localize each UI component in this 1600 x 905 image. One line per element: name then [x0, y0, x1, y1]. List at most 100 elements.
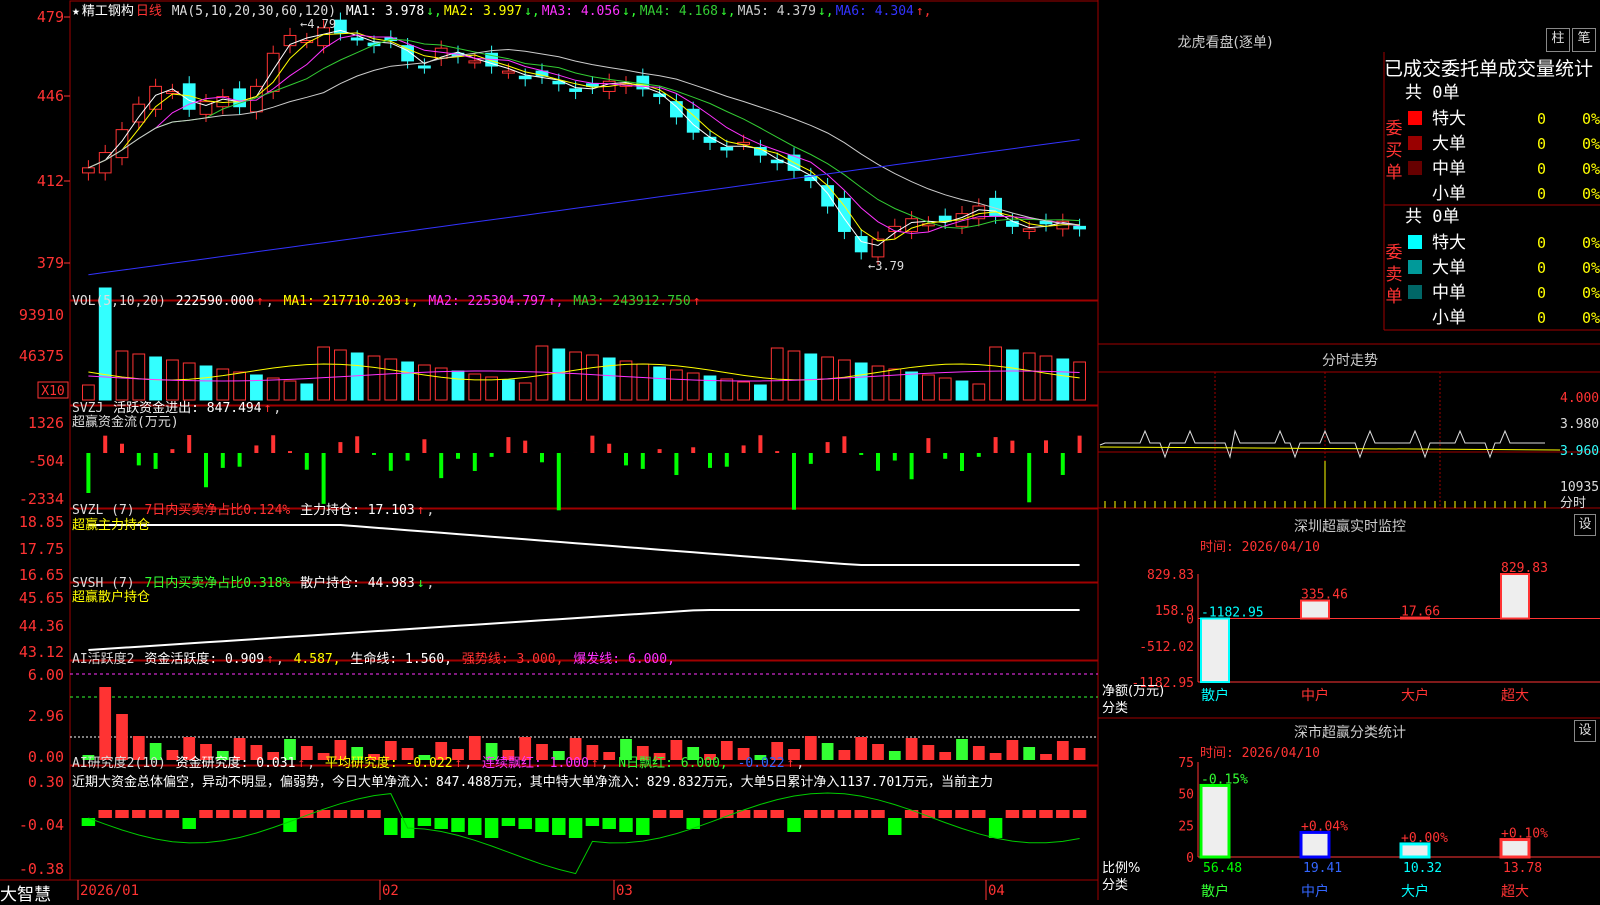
monitor-time: 时间: 2026/04/10 [1200, 536, 1320, 555]
volume-bar [1007, 350, 1019, 400]
candle [721, 147, 733, 150]
sell-row-count: 0 [1537, 309, 1546, 327]
activity-bar [1040, 754, 1052, 760]
fund-bar [204, 453, 208, 487]
activity-bar [973, 746, 985, 760]
volume-bar [570, 352, 582, 400]
tick-view-button[interactable]: 笔 [1572, 28, 1596, 52]
candle [570, 89, 582, 92]
sell-row-name: 大单 [1432, 258, 1466, 278]
ai1-text1: 资金活跃度: 0.909 [144, 652, 264, 667]
volume-bar [183, 363, 195, 400]
vol-ma3: MA3: 243912.750 [573, 294, 690, 309]
fund-bar [859, 453, 863, 455]
fund-bar [792, 453, 796, 510]
sell-row-count: 0 [1537, 284, 1546, 302]
research-bar [233, 810, 246, 818]
bar-view-button[interactable]: 柱 [1546, 28, 1570, 52]
volume-bar [318, 347, 330, 400]
candle [1007, 221, 1019, 226]
research-bar [854, 810, 867, 818]
price-y-tick: 446 [37, 87, 64, 105]
volume-bar [469, 374, 481, 400]
fund-bar [1010, 441, 1014, 453]
classify-settings-button[interactable]: 设 [1574, 720, 1596, 742]
ma-line-6 [88, 140, 1079, 275]
ma-line-3 [88, 35, 1079, 234]
buy-row-pct: 0% [1582, 110, 1600, 128]
date-tick: 04 [988, 883, 1005, 899]
fund-bar [305, 453, 309, 470]
research-line [88, 793, 1079, 874]
volume-bar [200, 366, 212, 400]
buy-swatch [1408, 111, 1422, 125]
candle [1074, 226, 1086, 229]
activity-bar [872, 744, 884, 760]
monitor-bar-label: 17.66 [1401, 605, 1440, 620]
activity-bar [839, 750, 851, 760]
monitor-y-tick: -512.02 [1139, 640, 1194, 655]
research-bar [451, 818, 464, 832]
volume-bar [603, 358, 615, 400]
volume-bar [923, 375, 935, 400]
candle [83, 168, 95, 173]
monitor-settings-button[interactable]: 设 [1574, 514, 1596, 536]
research-bar [502, 818, 515, 826]
ai2-y-tick: -0.04 [19, 816, 64, 834]
fund-bar [926, 438, 930, 453]
research-bar [182, 818, 195, 829]
fund-bar [910, 453, 914, 479]
candle [519, 76, 531, 79]
retail-holding-line [88, 610, 1079, 650]
fund-bar [557, 453, 561, 510]
research-bar [199, 810, 212, 818]
volume-bar [1074, 362, 1086, 400]
research-bar [686, 818, 699, 829]
classify-y-tick: 50 [1178, 788, 1194, 803]
ai2-y-tick: -0.38 [19, 860, 64, 878]
ma-value-1: MA1: 3.978 [346, 4, 424, 19]
fund-bar [473, 453, 477, 471]
buy-row-pct: 0% [1582, 185, 1600, 203]
low-marker: ←3.79 [868, 259, 904, 273]
research-bar [216, 810, 229, 818]
sell-row-name: 特大 [1432, 233, 1466, 253]
fund-bar [456, 453, 460, 459]
volume-bar [805, 354, 817, 400]
ai2-header: AI研究度2(10) 资金研究度: 0.031↑, 平均研究度: -0.022↑… [72, 752, 806, 771]
volume-bar [435, 368, 447, 400]
ai2-text3: 连续飘红: 1.000 [482, 756, 589, 771]
volume-bar [217, 369, 229, 400]
fund-bar [137, 453, 141, 465]
buy-row-pct: 0% [1582, 135, 1600, 153]
fund-bar [422, 439, 426, 453]
candle [469, 61, 481, 63]
ma-line-2 [88, 33, 1079, 241]
period-label[interactable]: 日线 [136, 4, 162, 19]
sell-row-pct: 0% [1582, 284, 1600, 302]
vol-y-tick: 93910 [19, 306, 64, 324]
activity-bar [906, 738, 918, 760]
longhu-title: 龙虎看盘(逐单) [1100, 32, 1350, 52]
monitor-y-tick: 0 [1186, 613, 1194, 628]
research-bar [787, 818, 800, 832]
intraday-y-tick: 4.000 [1560, 391, 1599, 406]
stock-name[interactable]: 精工钢构 [82, 4, 134, 19]
sell-row-pct: 0% [1582, 259, 1600, 277]
volume-bar [771, 348, 783, 400]
volume-bar [486, 377, 498, 400]
ma-value-5: MA5: 4.379 [738, 4, 816, 19]
classify-value-label: 13.78 [1503, 861, 1542, 876]
volume-bar [637, 364, 649, 400]
sell-row-pct: 0% [1582, 234, 1600, 252]
fund-bar [338, 442, 342, 453]
fund-bar [775, 451, 779, 453]
vol-unit: X10 [41, 384, 64, 399]
main-holding-line [88, 525, 1079, 565]
ai2-y-tick: 0.30 [28, 773, 64, 791]
monitor-bar [1201, 619, 1229, 682]
fund-bar [406, 453, 410, 461]
sell-side: 委 [1386, 243, 1403, 263]
ma-arrow: ↓, [426, 4, 442, 19]
ma-arrow: ↓, [622, 4, 638, 19]
